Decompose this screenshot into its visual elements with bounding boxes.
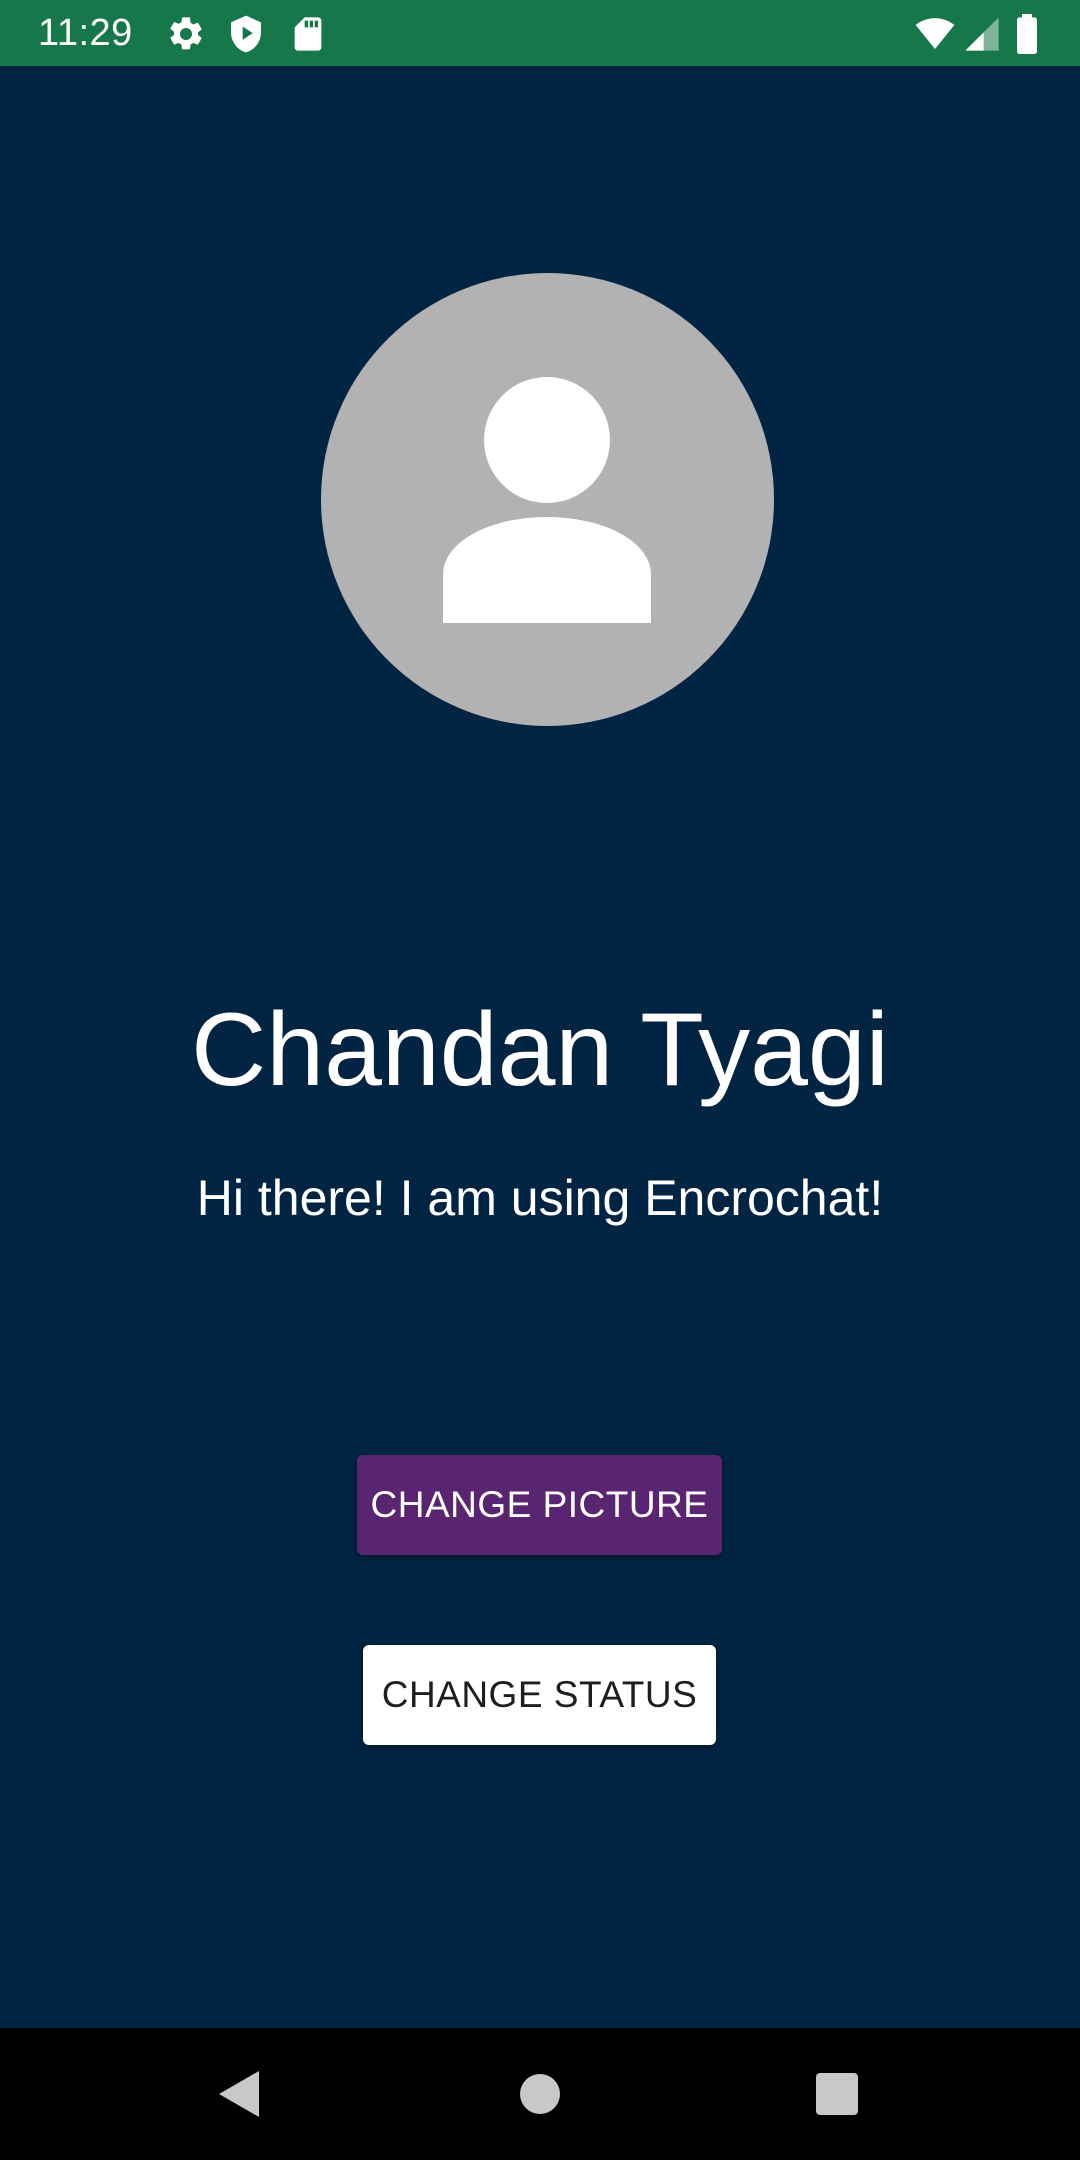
back-icon[interactable] — [205, 2059, 275, 2129]
status-time: 11:29 — [38, 12, 133, 54]
home-icon[interactable] — [505, 2059, 575, 2129]
profile-name: Chandan Tyagi — [191, 992, 889, 1108]
gear-icon — [166, 14, 206, 54]
change-picture-button[interactable]: Change Picture — [357, 1455, 722, 1555]
recents-icon[interactable] — [802, 2059, 872, 2129]
wifi-icon — [912, 14, 958, 54]
battery-icon — [1012, 14, 1042, 54]
sd-card-icon — [288, 14, 328, 54]
profile-avatar[interactable] — [321, 273, 774, 726]
profile-screen: 11:29 Chandan Tyagi Hi there! I am using… — [0, 0, 1080, 2160]
signal-icon — [962, 14, 1002, 54]
change-status-button[interactable]: Change Status — [363, 1645, 716, 1745]
profile-status-text: Hi there! I am using Encrochat! — [196, 1170, 884, 1226]
person-placeholder-icon — [443, 377, 651, 623]
shield-play-icon — [226, 14, 266, 54]
status-bar: 11:29 — [0, 0, 1080, 66]
navigation-bar — [0, 2028, 1080, 2160]
